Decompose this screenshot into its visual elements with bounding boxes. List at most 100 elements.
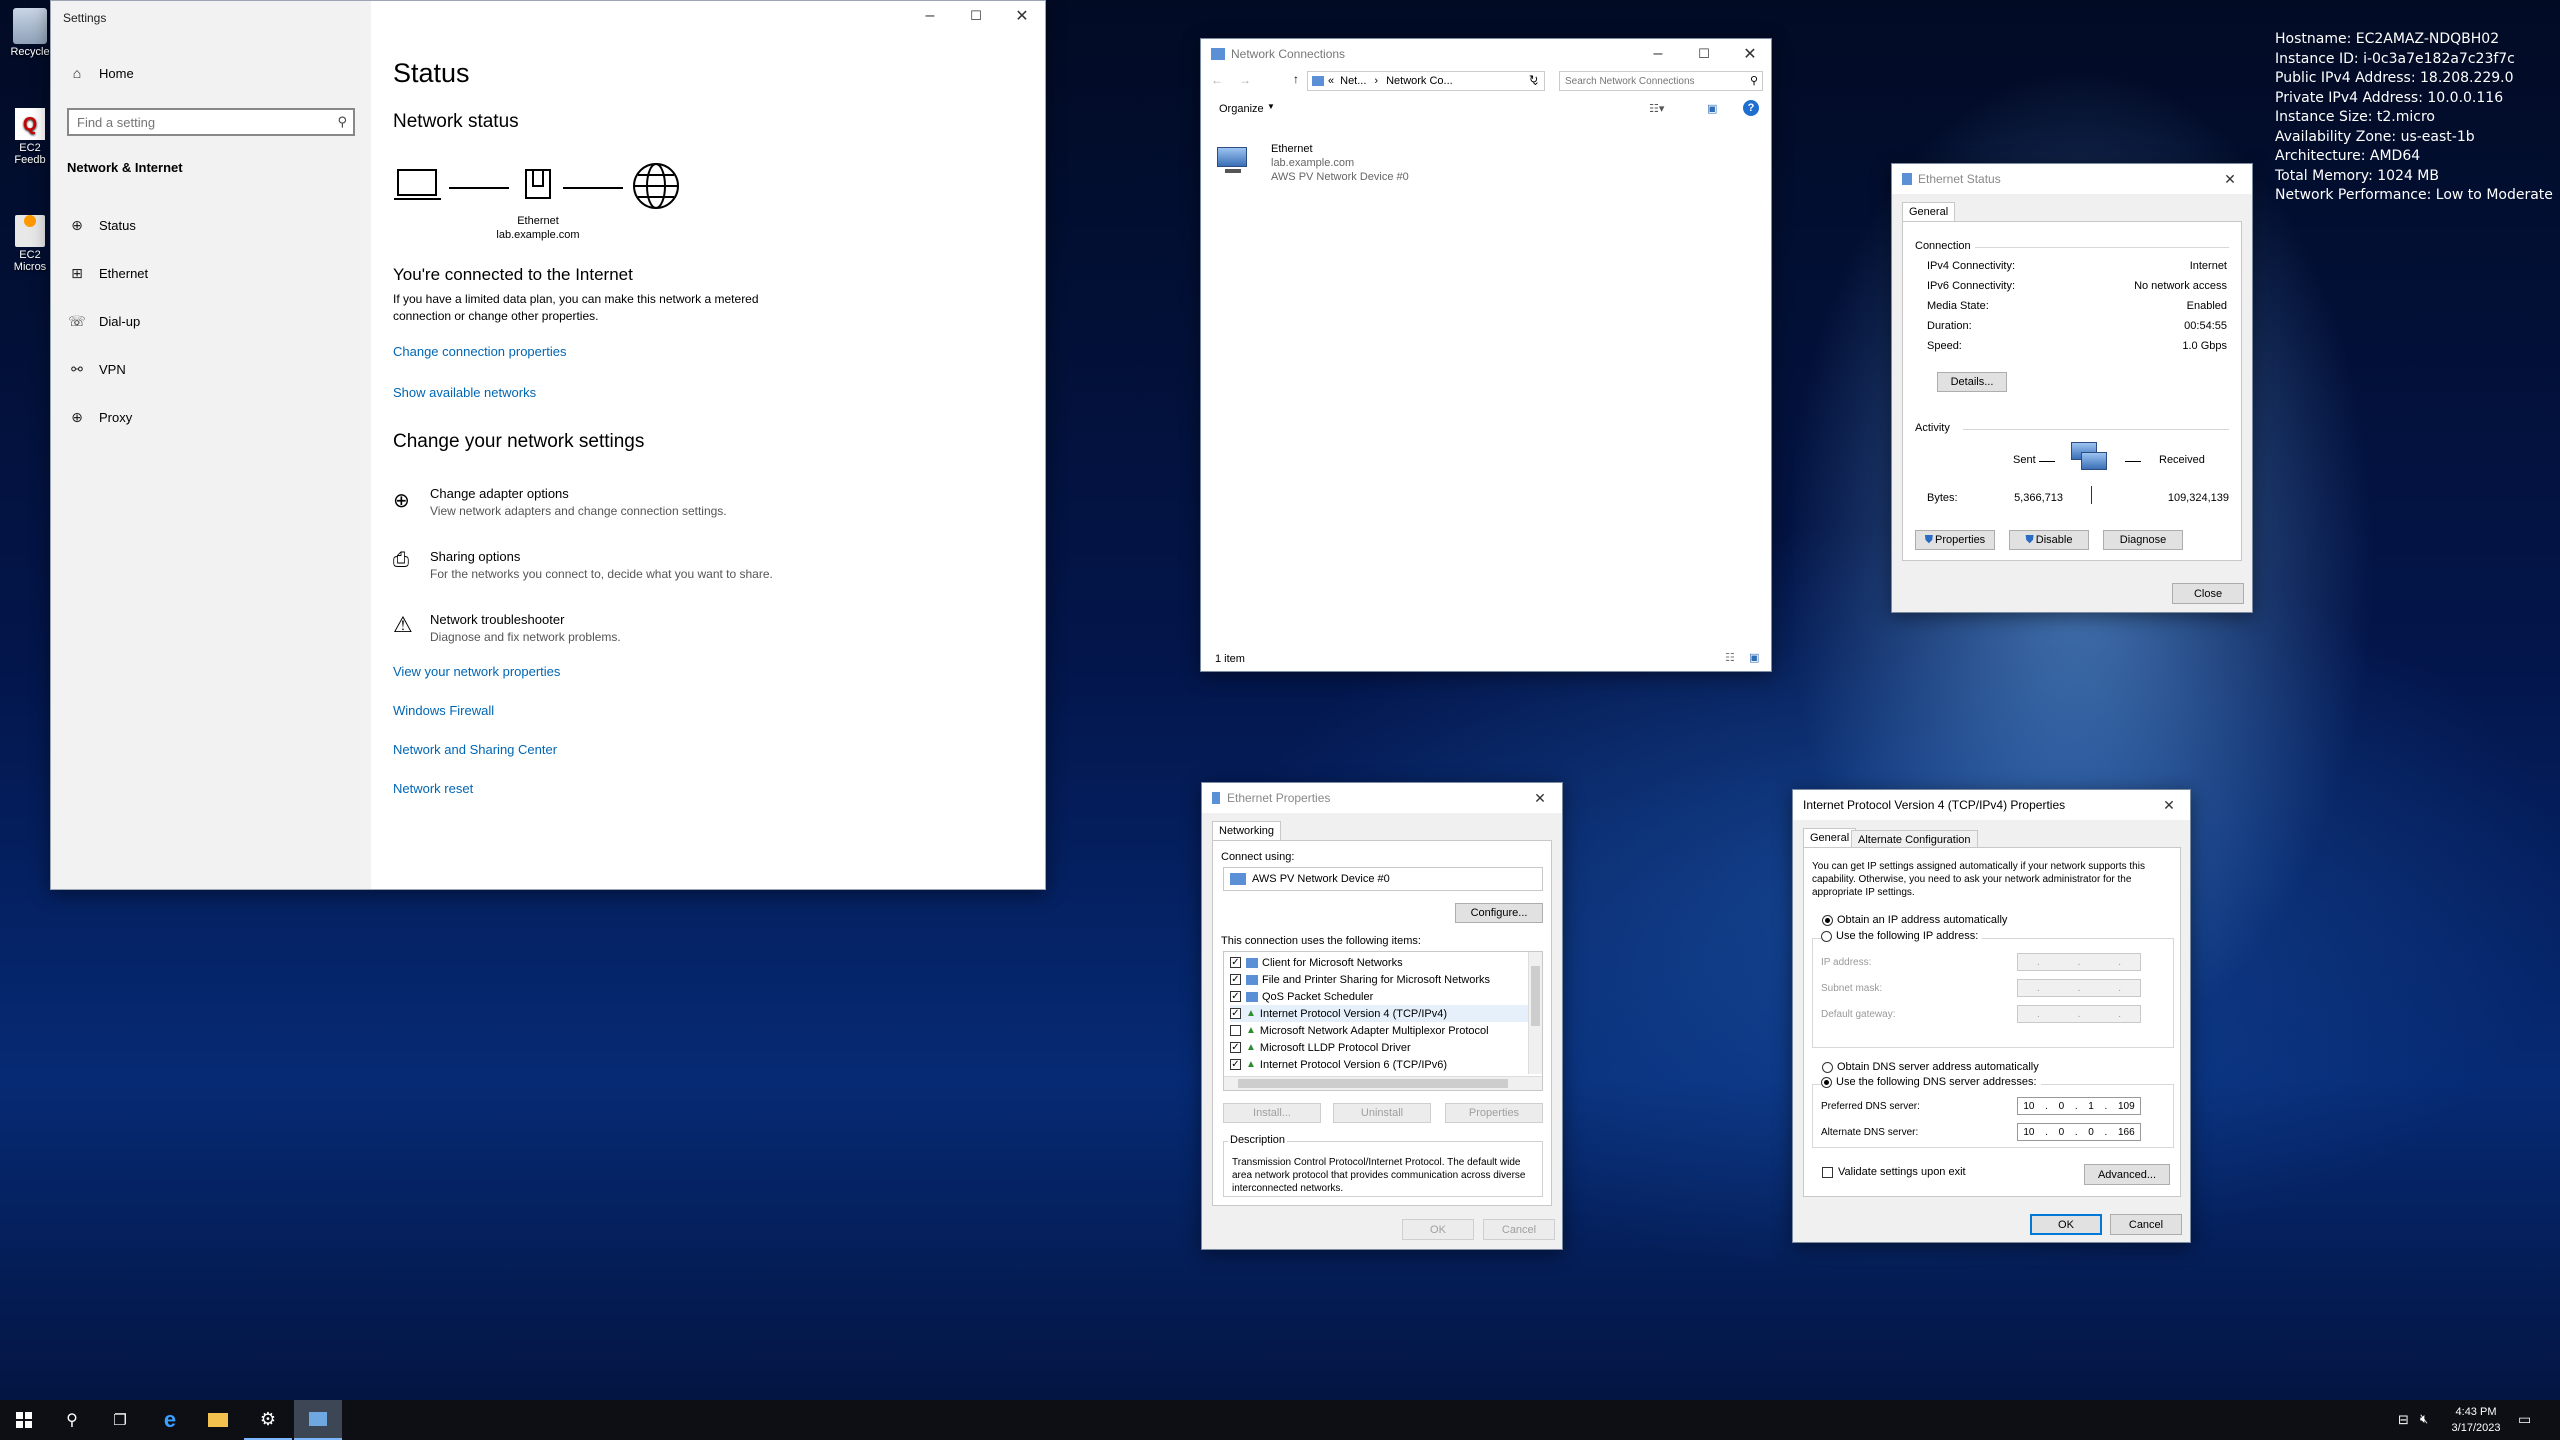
settings-taskbar-button[interactable]: ⚙ [244, 1400, 292, 1440]
notifications-icon[interactable]: ▭ [2518, 1411, 2531, 1428]
network-tray-icon[interactable]: ⊟ [2398, 1412, 2409, 1428]
preview-pane-icon[interactable]: ▣ [1707, 102, 1717, 115]
sidebar-item-dialup[interactable]: ☏ Dial-up [67, 313, 140, 330]
tab-networking[interactable]: Networking [1212, 821, 1282, 840]
use-dns-radio[interactable] [1821, 1076, 1832, 1088]
horizontal-scrollbar[interactable] [1224, 1076, 1542, 1090]
search-button[interactable]: ⚲ [48, 1400, 96, 1440]
address-bar[interactable]: « Net... › Network Co... ⌄ [1307, 71, 1545, 91]
uninstall-button[interactable]: Uninstall [1333, 1103, 1431, 1123]
start-button[interactable] [0, 1400, 48, 1440]
cancel-button[interactable]: Cancel [1483, 1219, 1555, 1240]
breadcrumb-connections[interactable]: Network Co... [1386, 75, 1453, 87]
properties-button[interactable]: Properties [1445, 1103, 1543, 1123]
list-item[interactable]: ▲ Microsoft Network Adapter Multiplexor P… [1230, 1022, 1542, 1039]
cancel-button[interactable]: Cancel [2110, 1214, 2182, 1235]
tab-general[interactable]: General [1902, 202, 1956, 221]
ip-address-field[interactable]: ... [2017, 953, 2141, 971]
connection-item-ethernet[interactable]: Ethernet lab.example.com AWS PV Network … [1217, 143, 1477, 191]
sidebar-item-ethernet[interactable]: ⊞ Ethernet [67, 265, 148, 282]
close-button[interactable]: ✕ [2149, 790, 2189, 820]
preferred-dns-field[interactable]: 10. 0. 1. 109 [2017, 1097, 2141, 1115]
maximize-button[interactable]: ☐ [953, 1, 999, 31]
maximize-button[interactable]: ☐ [1681, 39, 1727, 69]
item-checkbox[interactable]: ✓ [1230, 1008, 1241, 1019]
search-input[interactable] [1560, 72, 1740, 90]
close-button[interactable]: ✕ [1727, 39, 1773, 69]
alternate-dns-field[interactable]: 10. 0. 0. 166 [2017, 1123, 2141, 1141]
view-network-properties-link[interactable]: View your network properties [393, 664, 560, 679]
list-item-selected[interactable]: ✓ ▲ Internet Protocol Version 4 (TCP/IPv4) [1230, 1005, 1542, 1022]
close-dialog-button[interactable]: Close [2172, 583, 2244, 604]
ok-button[interactable]: OK [1402, 1219, 1474, 1240]
option-troubleshooter[interactable]: ⚠ Network troubleshooter Diagnose and fi… [393, 610, 893, 650]
network-connections-taskbar-button[interactable] [294, 1400, 342, 1440]
item-checkbox[interactable]: ✓ [1230, 1059, 1241, 1070]
view-options-icon[interactable]: ☷▾ [1649, 102, 1664, 115]
refresh-icon[interactable]: ↻ [1529, 73, 1538, 86]
search-box[interactable]: ⚲ [1559, 71, 1763, 91]
clock[interactable]: 4:43 PM 3/17/2023 [2440, 1404, 2512, 1436]
minimize-button[interactable]: – [1635, 39, 1681, 69]
item-checkbox[interactable]: ✓ [1230, 991, 1241, 1002]
properties-button[interactable]: ⛊ Properties [1915, 530, 1995, 550]
task-view-button[interactable]: ❐ [96, 1400, 144, 1440]
item-checkbox[interactable]: ✓ [1230, 957, 1241, 968]
ok-button[interactable]: OK [2030, 1214, 2102, 1235]
change-connection-properties-link[interactable]: Change connection properties [393, 344, 566, 359]
use-ip-radio[interactable] [1821, 930, 1832, 942]
list-item[interactable]: ✓ QoS Packet Scheduler [1230, 988, 1542, 1005]
obtain-ip-radio[interactable] [1822, 914, 1833, 926]
item-checkbox[interactable]: ✓ [1230, 1042, 1241, 1053]
use-ip-option[interactable]: Use the following IP address: [1821, 930, 1983, 942]
back-arrow-icon[interactable]: ← [1211, 73, 1223, 87]
list-item[interactable]: ✓ File and Printer Sharing for Microsoft … [1230, 971, 1542, 988]
option-change-adapter[interactable]: ⊕ Change adapter options View network ad… [393, 484, 893, 524]
default-gateway-field[interactable]: ... [2017, 1005, 2141, 1023]
close-button[interactable]: ✕ [2210, 164, 2250, 194]
item-checkbox[interactable]: ✓ [1230, 974, 1241, 985]
details-button[interactable]: Details... [1937, 372, 2007, 392]
settings-search-box[interactable]: ⚲ [67, 108, 355, 136]
install-button[interactable]: Install... [1223, 1103, 1321, 1123]
up-arrow-icon[interactable]: ↑ [1293, 72, 1299, 86]
list-item[interactable]: ✓ Client for Microsoft Networks [1230, 954, 1542, 971]
volume-muted-icon[interactable]: 🔇︎ [2420, 1411, 2428, 1427]
diagnose-button[interactable]: Diagnose [2103, 530, 2183, 550]
list-item[interactable]: ✓ ▲ Microsoft LLDP Protocol Driver [1230, 1039, 1542, 1056]
obtain-ip-option[interactable]: Obtain an IP address automatically [1822, 914, 2007, 926]
help-icon[interactable]: ? [1743, 100, 1759, 116]
item-checkbox[interactable] [1230, 1025, 1241, 1036]
validate-option[interactable]: Validate settings upon exit [1822, 1166, 1966, 1178]
large-icons-view-icon[interactable]: ▣ [1749, 651, 1759, 664]
organize-menu[interactable]: Organize [1219, 103, 1264, 115]
edge-button[interactable]: e [146, 1400, 194, 1440]
sidebar-item-status[interactable]: ⊕ Status [67, 217, 136, 234]
configure-button[interactable]: Configure... [1455, 903, 1543, 923]
network-sharing-center-link[interactable]: Network and Sharing Center [393, 742, 557, 757]
settings-search-input[interactable] [69, 110, 319, 134]
obtain-dns-option[interactable]: Obtain DNS server address automatically [1822, 1061, 2039, 1073]
option-sharing[interactable]: ⎙ Sharing options For the networks you c… [393, 547, 893, 587]
use-dns-option[interactable]: Use the following DNS server addresses: [1821, 1076, 2041, 1088]
details-view-icon[interactable]: ☷ [1725, 651, 1735, 664]
disable-button[interactable]: ⛊ Disable [2009, 530, 2089, 550]
close-button[interactable]: ✕ [1520, 783, 1560, 813]
network-reset-link[interactable]: Network reset [393, 781, 473, 796]
forward-arrow-icon[interactable]: → [1239, 73, 1251, 87]
sidebar-item-proxy[interactable]: ⊕ Proxy [67, 409, 132, 426]
windows-firewall-link[interactable]: Windows Firewall [393, 703, 494, 718]
minimize-button[interactable]: – [907, 1, 953, 31]
validate-checkbox[interactable] [1822, 1166, 1833, 1178]
list-item[interactable]: ✓ ▲ Internet Protocol Version 6 (TCP/IPv6) [1230, 1056, 1542, 1073]
tab-general[interactable]: General [1803, 828, 1857, 847]
breadcrumb-network[interactable]: Net... [1340, 75, 1366, 87]
sidebar-item-home[interactable]: ⌂ Home [67, 65, 134, 81]
advanced-button[interactable]: Advanced... [2084, 1164, 2170, 1185]
sidebar-item-vpn[interactable]: ⚯ VPN [67, 361, 126, 378]
subnet-mask-field[interactable]: ... [2017, 979, 2141, 997]
obtain-dns-radio[interactable] [1822, 1061, 1833, 1073]
file-explorer-button[interactable] [194, 1400, 242, 1440]
vertical-scrollbar[interactable] [1528, 952, 1542, 1074]
close-button[interactable]: ✕ [999, 1, 1045, 31]
